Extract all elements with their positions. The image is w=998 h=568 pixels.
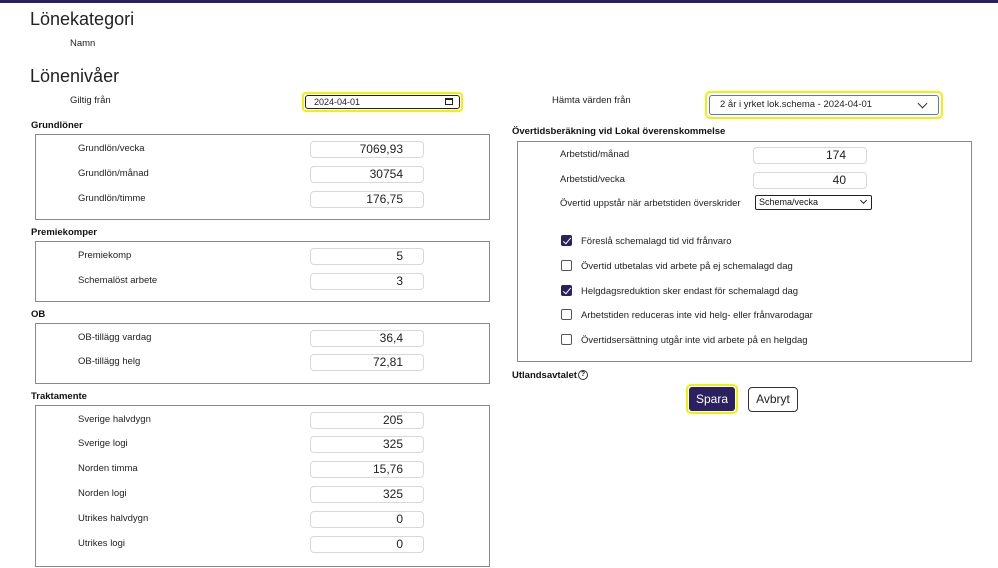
sverige-halvdygn-input[interactable]: 205 xyxy=(310,412,424,429)
grundlon-manad-input[interactable]: 30754 xyxy=(310,166,424,183)
save-button-highlight: Spara xyxy=(686,384,738,414)
checkbox-overtid-ej-schemalagd-dag[interactable] xyxy=(561,260,572,271)
row-label: Sverige logi xyxy=(78,438,128,449)
group-title-premiekomper: Premiekomper xyxy=(31,227,98,238)
group-title-grundloner: Grundlöner xyxy=(31,120,83,131)
ob-helg-input[interactable]: 72,81 xyxy=(310,354,424,371)
chevron-down-icon[interactable] xyxy=(859,196,868,205)
group-title-traktamente: Traktamente xyxy=(31,391,87,402)
arbetstid-vecka-input[interactable]: 40 xyxy=(753,172,867,189)
row-label: Sverige halvdygn xyxy=(78,414,151,425)
checkbox-helgdagsreduktion[interactable] xyxy=(561,285,572,296)
valid-from-label: Giltig från xyxy=(70,95,111,106)
row-label: Utrikes logi xyxy=(78,538,125,549)
fetch-values-select-highlight: 2 år i yrket lok.schema - 2024-04-01 xyxy=(705,91,943,119)
row-label: Utrikes halvdygn xyxy=(78,513,149,524)
utrikes-logi-input[interactable]: 0 xyxy=(310,536,424,553)
section-title-loneniva: Lönenivåer xyxy=(30,66,120,86)
save-button[interactable]: Spara xyxy=(689,387,735,411)
utlandsavtalet-label: Utlandsavtalet xyxy=(512,370,577,381)
row-label: Grundlön/månad xyxy=(78,168,149,179)
row-label: OB-tillägg helg xyxy=(78,356,141,367)
row-label: Premiekomp xyxy=(78,250,132,261)
sverige-logi-input[interactable]: 325 xyxy=(310,436,424,453)
ob-vardag-input[interactable]: 36,4 xyxy=(310,330,424,347)
utrikes-halvdygn-input[interactable]: 0 xyxy=(310,511,424,528)
top-accent-bar xyxy=(0,0,998,3)
fetch-values-label: Hämta värden från xyxy=(552,95,631,106)
checkbox-label: Föreslå schemalagd tid vid frånvaro xyxy=(581,236,732,247)
row-label: Norden logi xyxy=(78,488,127,499)
valid-from-field-highlight: 2024-04-01 xyxy=(302,92,463,112)
group-title-ob: OB xyxy=(31,309,46,320)
chevron-down-icon[interactable] xyxy=(917,98,928,109)
fetch-values-selected: 2 år i yrket lok.schema - 2024-04-01 xyxy=(720,99,873,110)
checkbox-label: Arbetstiden reduceras inte vid helg- ell… xyxy=(581,310,813,321)
checkbox-foresla-schemalagd-tid[interactable] xyxy=(561,235,572,246)
question-circle-icon[interactable]: ? xyxy=(578,370,588,380)
arbetstid-manad-label: Arbetstid/månad xyxy=(560,149,630,160)
name-label: Namn xyxy=(70,38,96,49)
checkbox-label: Helgdagsreduktion sker endast för schema… xyxy=(581,286,799,297)
checkbox-arbetstid-reduceras-inte[interactable] xyxy=(561,309,572,320)
schemalost-arbete-input[interactable]: 3 xyxy=(310,273,424,290)
norden-logi-input[interactable]: 325 xyxy=(310,486,424,503)
valid-from-value: 2024-04-01 xyxy=(314,97,361,107)
checkbox-overtidsersattning-helgdag[interactable] xyxy=(561,334,572,345)
grundlon-timme-input[interactable]: 176,75 xyxy=(310,191,424,208)
overtid-overskrider-selected: Schema/vecka xyxy=(759,197,819,207)
cancel-button[interactable]: Avbryt xyxy=(748,387,798,412)
checkbox-label: Övertidsersättning utgår inte vid arbete… xyxy=(581,335,808,346)
row-label: Schemalöst arbete xyxy=(78,275,158,286)
row-label: Grundlön/timme xyxy=(78,193,146,204)
overtid-overskrider-select[interactable]: Schema/vecka xyxy=(755,195,872,210)
row-label: Grundlön/vecka xyxy=(78,143,145,154)
grundlon-vecka-input[interactable]: 7069,93 xyxy=(310,141,424,158)
row-label: Norden timma xyxy=(78,463,138,474)
overtid-overskrider-label: Övertid uppstår när arbetstiden överskri… xyxy=(560,198,741,209)
arbetstid-manad-input[interactable]: 174 xyxy=(753,147,867,164)
row-label: OB-tillägg vardag xyxy=(78,332,152,343)
checkbox-label: Övertid utbetalas vid arbete på ej schem… xyxy=(581,261,793,272)
valid-from-date-input[interactable]: 2024-04-01 xyxy=(305,95,460,109)
norden-timma-input[interactable]: 15,76 xyxy=(310,461,424,478)
arbetstid-vecka-label: Arbetstid/vecka xyxy=(560,174,625,185)
calendar-icon[interactable] xyxy=(445,98,453,105)
group-title-overtid: Övertidsberäkning vid Lokal överenskomme… xyxy=(512,126,726,137)
fetch-values-select[interactable]: 2 år i yrket lok.schema - 2024-04-01 xyxy=(709,95,939,115)
page-title-lonekategori: Lönekategori xyxy=(30,9,135,29)
premiekomp-input[interactable]: 5 xyxy=(310,248,424,265)
